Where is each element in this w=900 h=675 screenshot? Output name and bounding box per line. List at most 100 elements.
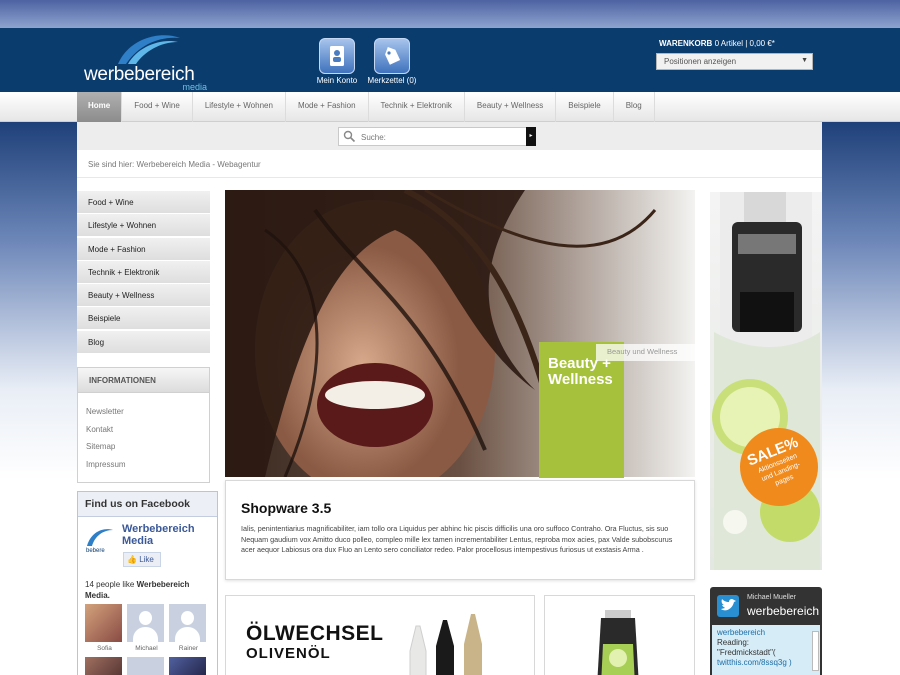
- sale-ad-banner[interactable]: SALE% Aktionsseiten und Landing- pages: [710, 192, 822, 570]
- article-teaser: Shopware 3.5 Ialis, penintentiarius magn…: [225, 480, 695, 580]
- sidebar-item-blog[interactable]: Blog: [77, 330, 210, 353]
- twitter-brand: werbebereich: [747, 604, 820, 618]
- tweet-author[interactable]: werbebereich: [717, 628, 815, 638]
- facebook-fan-name: Michael: [135, 645, 158, 652]
- logo-swoosh-icon: [118, 35, 180, 64]
- cart-positions-select[interactable]: Positionen anzeigen ▼: [656, 53, 813, 70]
- nav-item-lifestyle-wohnen[interactable]: Lifestyle + Wohnen: [193, 92, 286, 122]
- info-link-kontakt[interactable]: Kontakt: [78, 421, 209, 439]
- search-submit-button[interactable]: ▸: [526, 127, 536, 146]
- nav-item-beauty-wellness[interactable]: Beauty + Wellness: [465, 92, 557, 122]
- logo-text: werbebereich: [84, 64, 195, 85]
- account-book-icon: [319, 38, 355, 74]
- site-logo[interactable]: werbebereich media: [84, 32, 209, 92]
- sidebar-item-mode-fashion[interactable]: Mode + Fashion: [77, 237, 210, 260]
- facebook-like-button[interactable]: 👍 Like: [123, 552, 161, 567]
- wishlist-label: Merkzettel (0): [367, 76, 417, 85]
- sidebar-item-lifestyle-wohnen[interactable]: Lifestyle + Wohnen: [77, 214, 210, 237]
- page-logo-icon[interactable]: bebere: [85, 524, 115, 554]
- avatar[interactable]: [127, 657, 164, 675]
- twitter-bird-icon: [717, 595, 739, 617]
- promo-oil-banner[interactable]: ÖLWECHSEL OLIVENÖL: [225, 595, 535, 675]
- beauty-category-tile[interactable]: Beauty + Wellness: [539, 342, 624, 478]
- nav-item-food-wine[interactable]: Food + Wine: [122, 92, 193, 122]
- search-input[interactable]: Suche:: [361, 133, 386, 142]
- thumbs-up-icon: 👍: [127, 555, 137, 564]
- info-link-impressum[interactable]: Impressum: [78, 456, 209, 474]
- twitter-widget: Michael Mueller werbebereich werbebereic…: [710, 587, 822, 675]
- sidebar-item-technik-elektronik[interactable]: Technik + Elektronik: [77, 260, 210, 283]
- breadcrumb: Sie sind hier: Werbebereich Media - Weba…: [77, 150, 822, 178]
- bottle-photo: [597, 610, 639, 675]
- main-nav-list: Home Food + Wine Lifestyle + Wohnen Mode + …: [77, 92, 655, 122]
- avatar: [85, 604, 122, 642]
- avatar-head: [181, 611, 194, 625]
- sidebar-item-beispiele[interactable]: Beispiele: [77, 307, 210, 330]
- facebook-faces-row: [85, 657, 211, 675]
- twitter-feed: werbebereich Reading: "Fredmickstadt"( t…: [712, 625, 820, 675]
- beauty-tile-line2: Wellness: [548, 371, 613, 388]
- info-link-newsletter[interactable]: Newsletter: [78, 403, 209, 421]
- ad-photo: [712, 192, 820, 570]
- tweet-text-line1: Reading:: [717, 638, 750, 647]
- page-content: Suche: ▸ Sie sind hier: Werbebereich Med…: [77, 122, 822, 675]
- article-title[interactable]: Shopware 3.5: [241, 500, 331, 516]
- avatar-head: [139, 611, 152, 625]
- facebook-fan[interactable]: Sofia: [85, 604, 124, 652]
- nav-item-technik-elektronik[interactable]: Technik + Elektronik: [369, 92, 465, 122]
- promo-bottle-banner[interactable]: [544, 595, 695, 675]
- info-links: Newsletter Kontakt Sitemap Impressum: [78, 393, 209, 473]
- search-field[interactable]: Suche: ▸: [338, 127, 536, 146]
- article-text: Ialis, penintentiarius magnificabiliter,…: [241, 524, 673, 554]
- wishlist-button[interactable]: Merkzettel (0): [361, 38, 423, 85]
- avatar: [169, 604, 206, 642]
- search-bar: Suche: ▸: [77, 122, 822, 150]
- promo-subtitle: OLIVENÖL: [246, 645, 331, 662]
- hero-photo: [225, 190, 695, 477]
- nav-item-beispiele[interactable]: Beispiele: [556, 92, 614, 122]
- cart-title: WARENKORB: [659, 39, 713, 48]
- like-label: Like: [139, 555, 154, 564]
- tag-icon: [374, 38, 410, 74]
- tweet-link[interactable]: twitthis.com/8ssq3g ): [717, 658, 815, 668]
- facebook-fan[interactable]: Rainer: [169, 604, 208, 652]
- info-box-title: INFORMATIONEN: [78, 368, 209, 393]
- svg-text:bebere: bebere: [86, 548, 105, 554]
- logo-subtext: media: [182, 82, 207, 92]
- facebook-page-name[interactable]: Werbebereich Media: [122, 523, 217, 547]
- feed-scrollbar[interactable]: [812, 631, 819, 671]
- like-count-text: 14 people like: [85, 580, 135, 589]
- facebook-fan-name: Rainer: [178, 645, 199, 652]
- avatar: [127, 604, 164, 642]
- sidebar-item-food-wine[interactable]: Food + Wine: [77, 191, 210, 213]
- facebook-widget-title: Find us on Facebook: [78, 492, 217, 517]
- avatar[interactable]: [85, 657, 122, 675]
- twitter-user[interactable]: Michael Mueller: [747, 594, 796, 601]
- nav-item-mode-fashion[interactable]: Mode + Fashion: [286, 92, 369, 122]
- info-link-sitemap[interactable]: Sitemap: [78, 438, 209, 456]
- chevron-down-icon: ▼: [801, 57, 808, 64]
- cart-amount: 0 Artikel | 0,00 €*: [714, 39, 775, 48]
- cart-summary[interactable]: WARENKORB 0 Artikel | 0,00 €*: [659, 39, 775, 48]
- promo-title: ÖLWECHSEL: [246, 622, 384, 645]
- facebook-fan[interactable]: Michael: [127, 604, 166, 652]
- nav-item-home[interactable]: Home: [77, 92, 123, 122]
- search-icon: [343, 130, 356, 143]
- facebook-faces: Sofia Michael Rainer: [85, 604, 211, 652]
- avatar[interactable]: [169, 657, 206, 675]
- cart-select-value: Positionen anzeigen: [664, 57, 737, 66]
- hero-caption: Beauty und Wellness: [596, 344, 696, 361]
- nav-item-blog[interactable]: Blog: [614, 92, 655, 122]
- category-nav: Food + Wine Lifestyle + Wohnen Mode + Fash…: [77, 191, 210, 354]
- facebook-widget: Find us on Facebook bebere Werbebereich …: [77, 491, 218, 675]
- hero-banner[interactable]: [225, 190, 695, 477]
- oil-bottles-photo: [409, 614, 482, 675]
- top-band: [0, 0, 900, 28]
- sidebar-item-beauty-wellness[interactable]: Beauty + Wellness: [77, 284, 210, 307]
- facebook-fan-name: Sofia: [97, 645, 112, 652]
- site-header: werbebereich media Mein Konto Merkzettel…: [0, 28, 900, 92]
- account-button[interactable]: Mein Konto: [306, 38, 368, 85]
- facebook-like-count: 14 people like Werbebereich Media.: [85, 579, 215, 601]
- account-label: Mein Konto: [316, 76, 358, 85]
- tweet-text-line2: "Fredmickstadt"(: [717, 648, 776, 657]
